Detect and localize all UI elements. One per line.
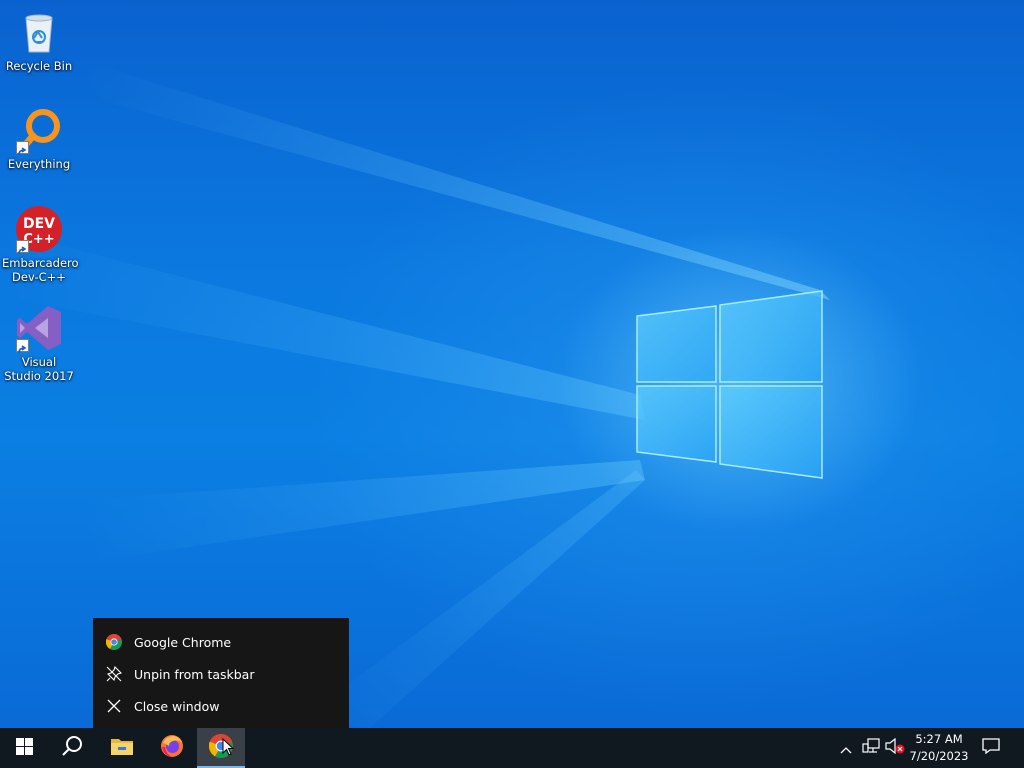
svg-text:DEV: DEV [23, 216, 55, 232]
mouse-cursor-icon [222, 737, 235, 760]
jumplist-item-close-window[interactable]: Close window [93, 690, 349, 722]
action-center-button[interactable] [978, 728, 1004, 768]
clock-date: 7/20/2023 [909, 749, 969, 763]
firefox-icon [160, 734, 184, 762]
jumplist-item-label: Google Chrome [134, 634, 232, 650]
everything-search-icon [15, 106, 63, 156]
unpin-icon [105, 665, 123, 683]
start-icon [15, 737, 33, 759]
taskbar-firefox[interactable] [148, 728, 196, 768]
desktop-icon-recycle-bin[interactable]: Recycle Bin [2, 8, 76, 73]
volume-tray-button[interactable] [884, 728, 906, 768]
jumplist-item-unpin[interactable]: Unpin from taskbar [93, 658, 349, 690]
windows-logo [636, 290, 823, 479]
jumplist-item-google-chrome[interactable]: Google Chrome [93, 626, 349, 658]
taskbar-file-explorer[interactable] [98, 728, 146, 768]
show-hidden-icons-button[interactable] [836, 728, 856, 768]
volume-muted-icon [885, 737, 905, 758]
desktop-icon-everything[interactable]: Everything [2, 106, 76, 171]
network-icon [862, 738, 880, 758]
desktop-icon-label: Everything [7, 157, 71, 171]
taskbar-jump-list: Google Chrome Unpin from taskbar Close w… [93, 618, 349, 728]
jumplist-item-label: Close window [134, 698, 220, 714]
taskbar-clock[interactable]: 5:27 AM 7/20/2023 [904, 728, 974, 768]
jumplist-item-label: Unpin from taskbar [134, 666, 255, 682]
recycle-bin-icon [15, 8, 63, 56]
clock-time: 5:27 AM [915, 732, 963, 746]
chevron-up-icon [840, 739, 852, 758]
desktop-icon-visual-studio[interactable]: Visual Studio 2017 [2, 304, 76, 383]
desktop-icon-label: Embarcadero Dev-C++ [2, 256, 79, 284]
close-icon [105, 697, 123, 715]
taskbar: 5:27 AM 7/20/2023 [0, 728, 1024, 768]
shortcut-arrow-icon [16, 240, 29, 255]
network-tray-button[interactable] [860, 728, 882, 768]
search-icon [61, 735, 83, 761]
visual-studio-icon [15, 304, 63, 354]
dev-cpp-icon: DEV C++ [15, 205, 63, 255]
desktop-icon-label: Visual Studio 2017 [4, 355, 74, 383]
start-button[interactable] [0, 728, 48, 768]
chrome-icon [105, 633, 123, 651]
search-button[interactable] [48, 728, 96, 768]
shortcut-arrow-icon [16, 141, 29, 156]
shortcut-arrow-icon [16, 339, 29, 354]
desktop-icon-dev-cpp[interactable]: DEV C++ Embarcadero Dev-C++ [2, 205, 79, 284]
taskbar-chrome[interactable] [197, 728, 245, 768]
notification-icon [982, 738, 1000, 758]
file-explorer-icon [110, 736, 134, 760]
desktop-icon-label: Recycle Bin [5, 59, 73, 73]
